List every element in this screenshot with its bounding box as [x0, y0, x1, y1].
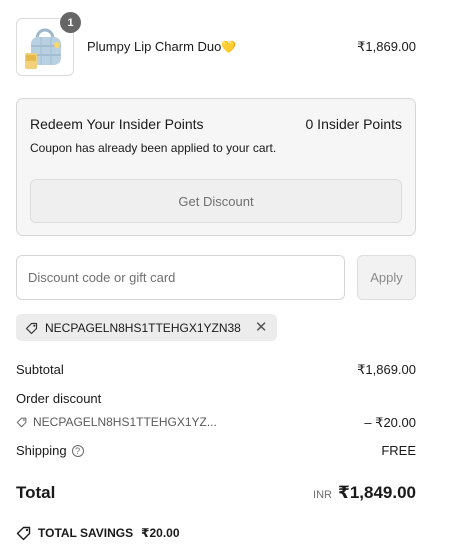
- help-icon[interactable]: ?: [71, 444, 84, 457]
- discount-code-input[interactable]: [16, 255, 345, 300]
- cart-line-item: 1 Plumpy Lip Charm Duo💛 ₹1,869.00: [16, 12, 416, 76]
- product-thumbnail: 1: [16, 12, 81, 76]
- savings-label: TOTAL SAVINGS: [38, 526, 134, 540]
- order-discount-value: – ₹20.00: [364, 415, 416, 430]
- total-label: Total: [16, 483, 56, 502]
- product-price: ₹1,869.00: [357, 39, 416, 54]
- order-discount-row: Order discount: [16, 391, 416, 406]
- total-row: Total INR ₹1,849.00: [16, 481, 416, 505]
- order-discount-label: Order discount: [16, 391, 102, 406]
- tag-icon: [25, 321, 39, 335]
- quantity-badge: 1: [60, 12, 81, 33]
- heart-emoji: 💛: [221, 40, 237, 54]
- product-name: Plumpy Lip Charm Duo💛: [87, 39, 236, 54]
- shipping-label: Shipping: [16, 443, 67, 458]
- shipping-value: FREE: [381, 443, 416, 458]
- total-amount: ₹1,849.00: [337, 483, 416, 502]
- tag-icon: [16, 416, 28, 428]
- subtotal-label: Subtotal: [16, 362, 64, 377]
- total-savings: TOTAL SAVINGS ₹20.00: [16, 525, 180, 541]
- order-discount-code-row: NECPAGELN8HS1TTEHGX1YZ... – ₹20.00: [16, 415, 416, 430]
- subtotal-row: Subtotal ₹1,869.00: [16, 362, 416, 377]
- savings-tag-icon: [16, 525, 32, 541]
- product-name-text: Plumpy Lip Charm Duo: [87, 39, 222, 54]
- shipping-row: Shipping? FREE: [16, 443, 416, 458]
- insider-title: Redeem Your Insider Points: [30, 116, 204, 132]
- savings-value: ₹20.00: [141, 526, 180, 540]
- currency-code: INR: [313, 489, 332, 501]
- order-discount-code-text: NECPAGELN8HS1TTEHGX1YZ...: [33, 415, 217, 429]
- applied-code-text: NECPAGELN8HS1TTEHGX1YZN38: [45, 320, 241, 335]
- insider-note: Coupon has already been applied to your …: [30, 141, 277, 155]
- insider-points-panel: Redeem Your Insider Points 0 Insider Poi…: [16, 98, 416, 236]
- order-discount-code: NECPAGELN8HS1TTEHGX1YZ...: [16, 415, 416, 429]
- subtotal-value: ₹1,869.00: [357, 362, 416, 377]
- close-icon[interactable]: ✕: [255, 320, 268, 335]
- applied-code-chip: NECPAGELN8HS1TTEHGX1YZN38 ✕: [16, 314, 278, 341]
- total-amount-group: INR ₹1,849.00: [313, 483, 416, 503]
- get-discount-button[interactable]: Get Discount: [30, 179, 402, 223]
- apply-button[interactable]: Apply: [357, 255, 416, 300]
- insider-points-balance: 0 Insider Points: [305, 116, 403, 132]
